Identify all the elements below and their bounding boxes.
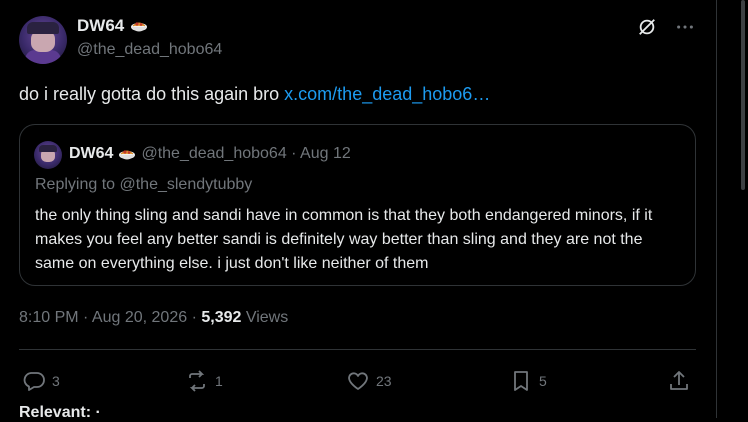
quote-header: DW64 @the_dead_hobo64 · Aug 12 [69,145,351,163]
top-actions [636,16,696,38]
bookmark-count: 5 [539,373,547,389]
quote-avatar [34,141,62,169]
bookmark-icon [509,369,533,393]
reply-icon [22,369,46,393]
action-bar: 3 1 23 5 [19,366,696,396]
reply-count: 3 [52,373,60,389]
post-text: do i really gotta do this again bro x.co… [19,84,490,105]
author-handle[interactable]: @the_dead_hobo64 [77,41,222,59]
quote-text: the only thing sling and sandi have in c… [35,207,653,272]
post-link[interactable]: x.com/the_dead_hobo6… [284,84,490,104]
quote-display-name: DW64 [69,145,114,162]
post-body: do i really gotta do this again bro [19,84,285,104]
spaghetti-bowl-icon [130,17,148,35]
share-icon [667,369,691,393]
scrollbar[interactable] [741,0,745,190]
author-name-row: DW64 [77,16,148,36]
spaghetti-bowl-icon [118,145,136,163]
repost-count: 1 [215,373,223,389]
author-display-name[interactable]: DW64 [77,16,124,36]
quoted-post[interactable]: DW64 @the_dead_hobo64 · Aug 12 Replying … [19,124,696,286]
sort-replies-label[interactable]: Relevant: · [19,404,101,422]
like-count: 23 [376,373,392,389]
divider [19,349,696,350]
bookmark-button[interactable]: 5 [509,366,547,396]
views-count: 5,392 [201,309,242,326]
share-button[interactable] [667,366,691,396]
like-button[interactable]: 23 [346,366,392,396]
heart-icon [346,369,370,393]
repost-icon [185,369,209,393]
quote-replying-to: Replying to @the_slendytubby [35,176,253,193]
repost-button[interactable]: 1 [185,366,223,396]
grok-icon[interactable] [636,16,658,38]
post-metadata: 8:10 PM · Aug 20, 2026 · 5,392 Views [19,309,288,327]
reply-button[interactable]: 3 [22,366,60,396]
more-icon[interactable] [674,16,696,38]
quote-handle-date: @the_dead_hobo64 · Aug 12 [141,145,351,162]
views-label: Views [241,309,289,326]
timestamp[interactable]: 8:10 PM · Aug 20, 2026 · [19,309,201,326]
post: DW64 @the_dead_hobo64 do i really gotta … [0,0,716,421]
column-border [716,0,717,418]
author-avatar[interactable] [19,16,67,64]
